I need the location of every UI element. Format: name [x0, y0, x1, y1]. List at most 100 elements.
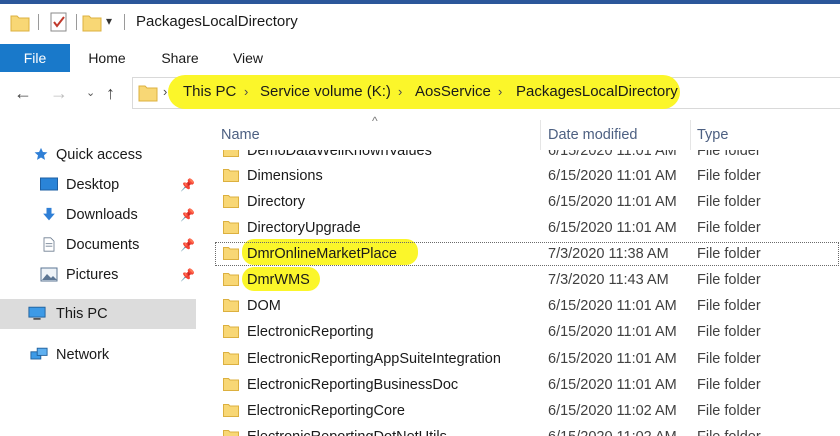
column-header-date-modified[interactable]: Date modified	[548, 127, 637, 143]
customize-dropdown-icon[interactable]: ▾	[106, 14, 112, 28]
breadcrumb-aosservice[interactable]: AosService	[415, 83, 491, 100]
breadcrumb-this-pc[interactable]: This PC	[183, 83, 236, 100]
pin-icon[interactable]: 📌	[180, 268, 195, 282]
table-row[interactable]: ElectronicReportingAppSuiteIntegration 6/…	[214, 346, 840, 372]
network-icon	[30, 347, 48, 360]
file-name: Dimensions	[247, 168, 323, 184]
table-row[interactable]: ElectronicReportingDotNetUtils 6/15/2020 …	[214, 424, 840, 436]
file-type: File folder	[697, 324, 761, 340]
sidebar-item-label: This PC	[56, 306, 108, 322]
table-row[interactable]: DOM 6/15/2020 11:01 AM File folder	[214, 293, 840, 319]
sidebar-item-downloads[interactable]: Downloads 📌	[0, 201, 196, 229]
file-name: ElectronicReportingBusinessDoc	[247, 377, 459, 393]
properties-icon[interactable]	[48, 11, 70, 33]
star-icon	[34, 147, 48, 160]
file-date-modified: 6/15/2020 11:01 AM	[548, 377, 677, 393]
file-date-modified: 6/15/2020 11:01 AM	[548, 150, 677, 159]
computer-icon	[28, 306, 46, 320]
folder-icon	[223, 169, 239, 182]
sidebar-item-this-pc[interactable]: This PC	[0, 299, 196, 329]
sidebar-item-label: Desktop	[66, 177, 120, 193]
back-arrow-icon[interactable]: ←	[14, 84, 32, 102]
column-divider[interactable]	[690, 120, 691, 150]
sidebar-item-documents[interactable]: Documents 📌	[0, 231, 196, 259]
folder-icon[interactable]	[10, 12, 30, 32]
file-name: ElectronicReportingCore	[247, 403, 405, 419]
folder-icon	[223, 273, 239, 286]
file-name: DOM	[247, 298, 281, 314]
file-date-modified: 6/15/2020 11:01 AM	[548, 324, 677, 340]
table-row[interactable]: DmrOnlineMarketPlace 7/3/2020 11:38 AM Fil…	[214, 241, 840, 267]
file-type: File folder	[697, 377, 761, 393]
folder-icon	[223, 325, 239, 338]
table-row[interactable]: Dimensions 6/15/2020 11:01 AM File folder	[214, 163, 840, 189]
new-folder-icon[interactable]	[82, 12, 102, 32]
file-type: File folder	[697, 168, 761, 184]
pin-icon[interactable]: 📌	[180, 178, 195, 192]
sidebar-item-network[interactable]: Network	[0, 341, 196, 369]
file-type: File folder	[697, 220, 761, 236]
file-type: File folder	[697, 351, 761, 367]
column-header-type[interactable]: Type	[697, 127, 728, 143]
file-date-modified: 6/15/2020 11:01 AM	[548, 194, 677, 210]
document-icon	[43, 237, 55, 252]
download-icon	[43, 207, 55, 221]
tab-home[interactable]: Home	[76, 44, 138, 72]
sidebar-item-label: Quick access	[56, 147, 143, 163]
chevron-right-icon[interactable]: ›	[244, 84, 248, 99]
sidebar-item-label: Documents	[66, 237, 140, 253]
toolbar-separator	[124, 14, 125, 30]
file-date-modified: 7/3/2020 11:43 AM	[548, 272, 669, 288]
file-date-modified: 6/15/2020 11:02 AM	[548, 403, 677, 419]
folder-icon	[223, 404, 239, 417]
folder-icon	[223, 378, 239, 391]
file-type: File folder	[697, 272, 761, 288]
file-name: DirectoryUpgrade	[247, 220, 361, 236]
file-date-modified: 6/15/2020 11:01 AM	[548, 220, 677, 236]
sidebar-item-pictures[interactable]: Pictures 📌	[0, 261, 196, 289]
sidebar-item-desktop[interactable]: Desktop 📌	[0, 171, 196, 199]
file-name: Directory	[247, 194, 306, 210]
table-row[interactable]: DemoDataWellKnownValues 6/15/2020 11:01 A…	[214, 150, 840, 164]
chevron-right-icon[interactable]: ›	[398, 84, 402, 99]
file-type: File folder	[697, 246, 761, 262]
toolbar-separator	[76, 14, 77, 30]
chevron-right-icon[interactable]: ›	[163, 84, 167, 99]
column-header-name[interactable]: Name	[221, 127, 260, 143]
folder-icon	[223, 221, 239, 234]
breadcrumb-packageslocaldirectory[interactable]: PackagesLocalDirectory	[516, 83, 678, 100]
folder-icon	[223, 150, 239, 157]
window-title: PackagesLocalDirectory	[136, 13, 298, 30]
column-divider[interactable]	[540, 120, 541, 150]
recent-locations-chevron-icon[interactable]: ⌄	[86, 86, 95, 99]
forward-arrow-icon[interactable]: →	[50, 84, 68, 102]
file-type: File folder	[697, 194, 761, 210]
file-date-modified: 6/15/2020 11:01 AM	[548, 168, 677, 184]
sidebar-item-label: Pictures	[66, 267, 119, 283]
title-bar	[0, 0, 840, 44]
tab-file[interactable]: File	[0, 44, 70, 72]
file-name: DemoDataWellKnownValues	[247, 150, 432, 159]
table-row[interactable]: ElectronicReportingCore 6/15/2020 11:02 A…	[214, 398, 840, 424]
file-type: File folder	[697, 403, 761, 419]
pin-icon[interactable]: 📌	[180, 208, 195, 222]
table-row[interactable]: Directory 6/15/2020 11:01 AM File folder	[214, 189, 840, 215]
desktop-icon	[40, 177, 58, 191]
table-row[interactable]: DmrWMS 7/3/2020 11:43 AM File folder	[214, 267, 840, 293]
tab-view[interactable]: View	[220, 44, 276, 72]
table-row[interactable]: DirectoryUpgrade 6/15/2020 11:01 AM File f…	[214, 215, 840, 241]
file-date-modified: 6/15/2020 11:02 AM	[548, 429, 677, 436]
breadcrumb-service-volume[interactable]: Service volume (K:)	[260, 83, 391, 100]
file-list: DemoDataWellKnownValues 6/15/2020 11:01 A…	[214, 150, 840, 436]
folder-icon	[223, 299, 239, 312]
table-row[interactable]: ElectronicReporting 6/15/2020 11:01 AM Fil…	[214, 319, 840, 345]
pin-icon[interactable]: 📌	[180, 238, 195, 252]
column-header-bar	[214, 116, 840, 150]
up-arrow-icon[interactable]: ↑	[106, 84, 115, 102]
folder-icon	[138, 85, 158, 102]
file-type: File folder	[697, 298, 761, 314]
chevron-right-icon[interactable]: ›	[498, 84, 502, 99]
table-row[interactable]: ElectronicReportingBusinessDoc 6/15/2020 …	[214, 372, 840, 398]
sidebar-item-quick-access[interactable]: Quick access	[0, 141, 196, 169]
tab-share[interactable]: Share	[150, 44, 210, 72]
